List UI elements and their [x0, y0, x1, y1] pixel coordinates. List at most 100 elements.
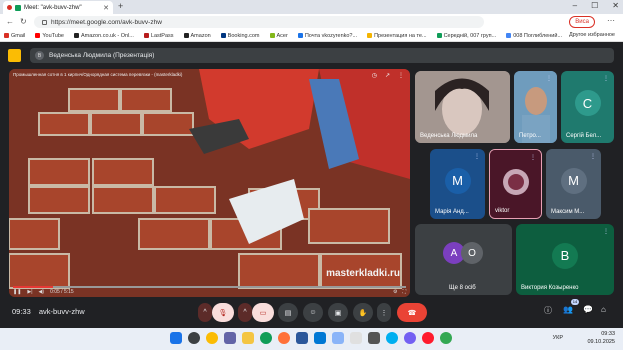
close-tab-icon[interactable]: ✕ — [103, 4, 109, 12]
present-button[interactable]: ▣ — [328, 303, 348, 322]
participant-avatar: М — [444, 167, 471, 194]
camera-toggle-button[interactable]: ▭ — [252, 303, 274, 322]
participant-avatar: С — [574, 90, 601, 117]
bookmark-icon — [367, 33, 373, 38]
reload-icon[interactable]: ↻ — [20, 17, 27, 26]
mail-icon[interactable] — [332, 332, 344, 344]
more-icon[interactable]: ⋮ — [398, 72, 404, 79]
pause-icon[interactable]: ❚❚ — [13, 289, 21, 295]
firefox-icon[interactable] — [278, 332, 290, 344]
bookmark-item[interactable]: Acer — [269, 33, 288, 39]
participant-tile[interactable]: ⋮ М Марія Анд... — [430, 149, 485, 219]
bookmark-item[interactable]: Середній, 007 груп... — [436, 33, 496, 39]
mic-toggle-button[interactable]: 🎙 — [212, 303, 234, 322]
captions-button[interactable]: ▤ — [278, 303, 298, 322]
bookmark-item[interactable]: Amazon — [183, 33, 211, 39]
browser-menu-icon[interactable]: ⋯ — [607, 16, 615, 25]
activities-icon[interactable]: ⌂ — [601, 305, 606, 314]
url-field[interactable]: https://meet.google.com/avk-buvv-zhw — [34, 16, 484, 28]
profile-label: Виса — [575, 19, 589, 25]
close-window-icon[interactable]: ✕ — [612, 1, 619, 10]
more-participants-label: Ще 8 осіб — [449, 285, 476, 291]
system-clock[interactable]: 09:33 09.10.2025 — [587, 330, 615, 346]
bookmark-item[interactable]: Gmail — [4, 33, 25, 39]
info-icon[interactable]: ⓘ — [544, 305, 552, 316]
bookmark-item[interactable]: Презентация на те... — [367, 33, 427, 39]
word-icon[interactable] — [296, 332, 308, 344]
presentation-video[interactable]: Промышленная сотня в 1 кирпич/Однорядная… — [9, 69, 410, 297]
recording-icon — [7, 5, 12, 10]
bookmark-item[interactable]: LastPass — [143, 33, 174, 39]
other-bookmarks[interactable]: Другое избранное — [569, 32, 615, 38]
volume-icon[interactable]: ◀) — [39, 289, 45, 295]
bookmark-item[interactable]: YouTube — [35, 33, 64, 39]
participant-tile[interactable]: ⋮ Петро... — [514, 71, 557, 143]
bookmark-item[interactable]: Почта vkozyrenko?... — [297, 33, 357, 39]
store-icon[interactable] — [368, 332, 380, 344]
bookmark-item[interactable]: Amazon.co.uk - Onl... — [74, 33, 134, 39]
maximize-icon[interactable]: ☐ — [591, 1, 598, 10]
participant-tile[interactable]: ⋮ С Сергій Бел... — [561, 71, 614, 143]
participant-name: Петро... — [519, 133, 541, 139]
more-options-button[interactable]: ⋮ — [377, 303, 391, 322]
participant-avatar: М — [560, 167, 587, 194]
language-indicator[interactable]: УКР — [553, 335, 563, 341]
participant-name: viktor — [495, 208, 510, 214]
teams-icon[interactable] — [224, 332, 236, 344]
windows-start-icon[interactable] — [170, 332, 182, 344]
chrome-active-icon[interactable] — [440, 332, 452, 344]
profile-button[interactable]: Виса — [569, 16, 595, 28]
bookmark-item[interactable]: 008 Поглиблений... — [506, 33, 562, 39]
raise-hand-button[interactable]: ✋ — [353, 303, 373, 322]
emoji-button[interactable]: ☺ — [303, 303, 323, 322]
more-vert-icon: ⋮ — [380, 309, 388, 317]
video-title: Промышленная сотня в 1 кирпич/Однорядная… — [13, 72, 183, 77]
participant-tile[interactable]: ⋮ viktor — [489, 149, 542, 219]
fullscreen-icon[interactable]: ⛶ — [402, 289, 406, 295]
leave-call-button[interactable]: ☎ — [397, 303, 427, 322]
search-icon[interactable] — [188, 332, 200, 344]
participant-name: Марія Анд... — [435, 209, 469, 215]
skype-icon[interactable] — [386, 332, 398, 344]
participant-tile[interactable]: ⋮ М Максим М... — [546, 149, 601, 219]
outlook-icon[interactable] — [314, 332, 326, 344]
clock-time: 09:33 — [601, 331, 615, 337]
minimize-icon[interactable]: – — [573, 1, 577, 10]
next-icon[interactable]: ▶| — [27, 289, 32, 295]
participant-name: Веденська Людмила — [420, 133, 478, 139]
file-explorer-icon[interactable] — [242, 332, 254, 344]
participant-tile[interactable]: ⋮ B Виктория Козыренко — [516, 224, 614, 295]
url-text: https://meet.google.com/avk-buvv-zhw — [51, 18, 162, 26]
more-participants-tile[interactable]: A O Ще 8 осіб — [415, 224, 512, 295]
viber-icon[interactable] — [404, 332, 416, 344]
meeting-time: 09:33 — [12, 307, 31, 316]
meet-favicon-icon — [15, 4, 21, 11]
bookmark-icon — [436, 33, 442, 38]
opera-icon[interactable] — [422, 332, 434, 344]
captions-icon: ▤ — [284, 309, 292, 317]
participant-tile[interactable]: Веденська Людмила — [415, 71, 510, 143]
photos-icon[interactable] — [350, 332, 362, 344]
chat-icon[interactable]: 💬 — [583, 305, 593, 314]
back-icon[interactable]: ← — [6, 17, 14, 26]
people-icon[interactable]: 👥 — [563, 305, 573, 314]
mic-options-button[interactable]: ^ — [198, 303, 212, 322]
mic-muted-icon: ⋮ — [590, 154, 596, 160]
share-icon[interactable]: ↗ — [385, 72, 390, 79]
emoji-icon: ☺ — [309, 309, 317, 316]
new-tab-button[interactable]: + — [118, 1, 123, 11]
bookmark-item[interactable]: Booking.com — [220, 33, 260, 39]
settings-icon[interactable]: ⚙ — [393, 289, 397, 295]
camera-options-button[interactable]: ^ — [238, 303, 252, 322]
browser-tab[interactable]: Meet: "avk-buvv-zhw" ✕ — [3, 1, 113, 14]
clock-icon[interactable]: ◷ — [372, 72, 377, 79]
video-seek-bar[interactable] — [13, 286, 406, 288]
video-time: 0:05 / 5:15 — [50, 289, 74, 295]
edge-icon[interactable] — [260, 332, 272, 344]
mic-muted-icon: ⋮ — [546, 76, 552, 82]
presentation-chip[interactable]: B Веденська Людмила (Презентація) — [30, 48, 614, 63]
mic-muted-icon: ⋮ — [603, 229, 609, 235]
present-icon: ▣ — [334, 309, 342, 317]
hang-up-icon: ☎ — [407, 309, 417, 317]
chrome-icon[interactable] — [206, 332, 218, 344]
